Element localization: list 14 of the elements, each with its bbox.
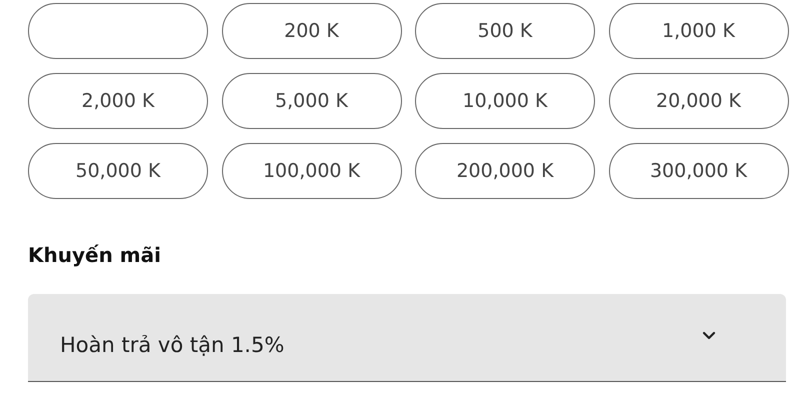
amount-button[interactable]: 300,000 K: [608, 143, 788, 199]
promotion-label: Khuyến mãi: [28, 243, 162, 267]
amount-button[interactable]: 1,000 K: [608, 3, 788, 59]
amount-button[interactable]: 10,000 K: [415, 73, 595, 129]
promotion-select[interactable]: Hoàn trả vô tận 1.5%: [28, 294, 786, 382]
amount-button[interactable]: 2,000 K: [28, 73, 208, 129]
amount-button[interactable]: 200 K: [222, 3, 402, 59]
amount-button[interactable]: 20,000 K: [608, 73, 788, 129]
amount-button[interactable]: 100,000 K: [222, 143, 402, 199]
chevron-down-icon: [702, 331, 716, 340]
amount-button[interactable]: 5,000 K: [222, 73, 402, 129]
amount-button[interactable]: 500 K: [415, 3, 595, 59]
amount-button[interactable]: 50,000 K: [28, 143, 208, 199]
amount-button[interactable]: 200,000 K: [415, 143, 595, 199]
